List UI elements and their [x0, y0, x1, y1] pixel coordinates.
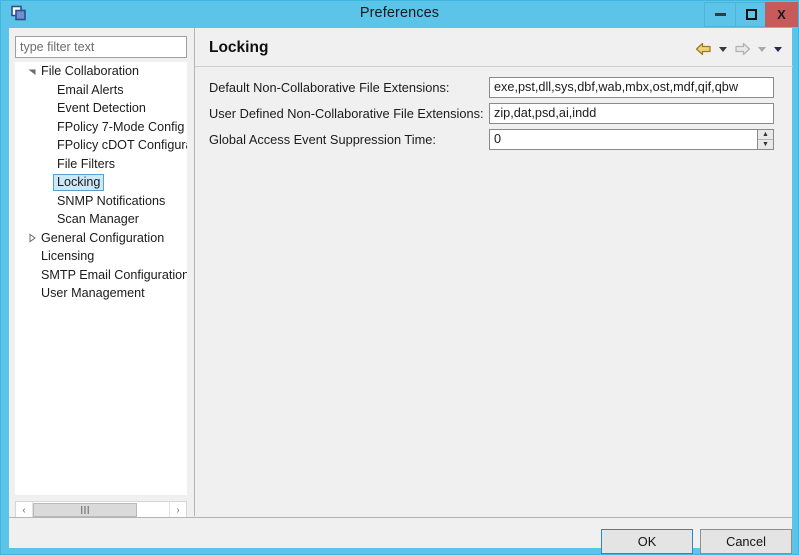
filter-input[interactable]: [15, 36, 187, 58]
field-label: Global Access Event Suppression Time:: [209, 131, 436, 147]
tree-item-smtp-email-configuration[interactable]: SMTP Email Configuration: [16, 266, 187, 285]
tree-item-label: Scan Manager: [57, 212, 139, 227]
tree-item-licensing[interactable]: Licensing: [16, 247, 187, 266]
tree-item-snmp-notifications[interactable]: SNMP Notifications: [16, 192, 187, 211]
tree-item-label: SNMP Notifications: [57, 193, 166, 208]
global-access-event-suppression-time-stepper[interactable]: ▲ ▼: [489, 128, 774, 150]
tree-item-label: Email Alerts: [57, 82, 124, 97]
page-view-menu-button[interactable]: [771, 40, 784, 58]
grip-icon: [81, 506, 89, 514]
window-title: Preferences: [359, 5, 440, 21]
tree-item-label: File Collaboration: [41, 64, 140, 79]
preferences-dialog-window: Preferences X File Collaboration Email Al…: [0, 0, 799, 555]
form-row-user-defined-extensions: User Defined Non-Collaborative File Exte…: [209, 102, 789, 124]
tree-item-fpolicy-cdot-configuration[interactable]: FPolicy cDOT Configuration: [16, 136, 187, 155]
ok-button[interactable]: OK: [601, 529, 693, 554]
dialog-footer: OK Cancel: [9, 518, 792, 554]
forward-button: [732, 40, 752, 58]
tree-item-label: FPolicy cDOT Configuration: [57, 138, 187, 153]
spinner-up-icon[interactable]: ▲: [758, 129, 773, 140]
dialog-body: File Collaboration Email Alerts Event Dete…: [9, 28, 793, 554]
tree-item-label: Licensing: [41, 249, 95, 264]
tree-item-user-management[interactable]: User Management: [16, 284, 187, 303]
close-icon: X: [777, 7, 786, 22]
scroll-left-arrow-icon[interactable]: ‹: [16, 502, 33, 518]
tree-item-label: File Filters: [57, 156, 116, 171]
tree-collapse-arrow-icon[interactable]: [24, 233, 40, 243]
suppression-time-input[interactable]: [489, 128, 757, 150]
tree-item-label: SMTP Email Configuration: [41, 267, 187, 282]
page-title: Locking: [209, 39, 269, 56]
spinner-down-icon[interactable]: ▼: [758, 139, 773, 149]
scrollbar-track[interactable]: [137, 502, 169, 518]
field-label: User Defined Non-Collaborative File Exte…: [209, 105, 484, 121]
tree-item-email-alerts[interactable]: Email Alerts: [16, 81, 187, 100]
forward-arrow-icon: [734, 42, 750, 56]
default-noncollaborative-extensions-input[interactable]: [489, 76, 774, 98]
tree-item-general-configuration[interactable]: General Configuration: [16, 229, 187, 248]
spinner-buttons[interactable]: ▲ ▼: [757, 128, 774, 150]
tree-item-label: FPolicy 7-Mode Config: [57, 119, 185, 134]
user-defined-noncollaborative-extensions-input[interactable]: [489, 102, 774, 124]
back-button[interactable]: [693, 40, 713, 58]
scroll-right-arrow-icon[interactable]: ›: [169, 502, 186, 518]
title-separator: [195, 66, 793, 67]
preference-page-panel: Locking Default Non-Collaborative File E…: [194, 28, 793, 516]
tree-item-file-filters[interactable]: File Filters: [16, 155, 187, 174]
tree-item-label: Locking: [53, 173, 105, 191]
back-history-dropdown[interactable]: [716, 40, 729, 58]
page-navigation-toolbar[interactable]: [693, 40, 784, 58]
maximize-icon: [745, 9, 757, 20]
tree-item-label: User Management: [41, 286, 145, 301]
minimize-icon: [714, 13, 726, 16]
cancel-button[interactable]: Cancel: [700, 529, 792, 554]
field-label: Default Non-Collaborative File Extension…: [209, 79, 450, 95]
title-bar[interactable]: Preferences X: [1, 1, 798, 28]
chevron-down-icon: [757, 46, 766, 52]
form-row-suppression-time: Global Access Event Suppression Time: ▲ …: [209, 128, 789, 150]
scrollbar-thumb[interactable]: [33, 503, 137, 517]
chevron-down-icon: [773, 46, 782, 52]
chevron-down-icon: [718, 46, 727, 52]
tree-item-fpolicy-7-mode-config[interactable]: FPolicy 7-Mode Config: [16, 118, 187, 137]
close-button[interactable]: X: [765, 2, 798, 27]
tree-item-event-detection[interactable]: Event Detection: [16, 99, 187, 118]
form-row-default-extensions: Default Non-Collaborative File Extension…: [209, 76, 789, 98]
tree-item-file-collaboration[interactable]: File Collaboration: [16, 62, 187, 81]
forward-history-dropdown: [755, 40, 768, 58]
tree-item-locking[interactable]: Locking: [16, 173, 187, 192]
tree-item-label: General Configuration: [41, 230, 165, 245]
preferences-tree-panel: File Collaboration Email Alerts Event Dete…: [9, 28, 193, 519]
tree-item-scan-manager[interactable]: Scan Manager: [16, 210, 187, 229]
tree-expand-arrow-icon[interactable]: [24, 66, 40, 76]
back-arrow-icon: [695, 42, 711, 56]
tree-item-label: Event Detection: [57, 101, 146, 116]
preferences-tree[interactable]: File Collaboration Email Alerts Event Dete…: [15, 62, 187, 495]
minimize-button[interactable]: [704, 2, 736, 27]
maximize-button[interactable]: [735, 2, 767, 27]
